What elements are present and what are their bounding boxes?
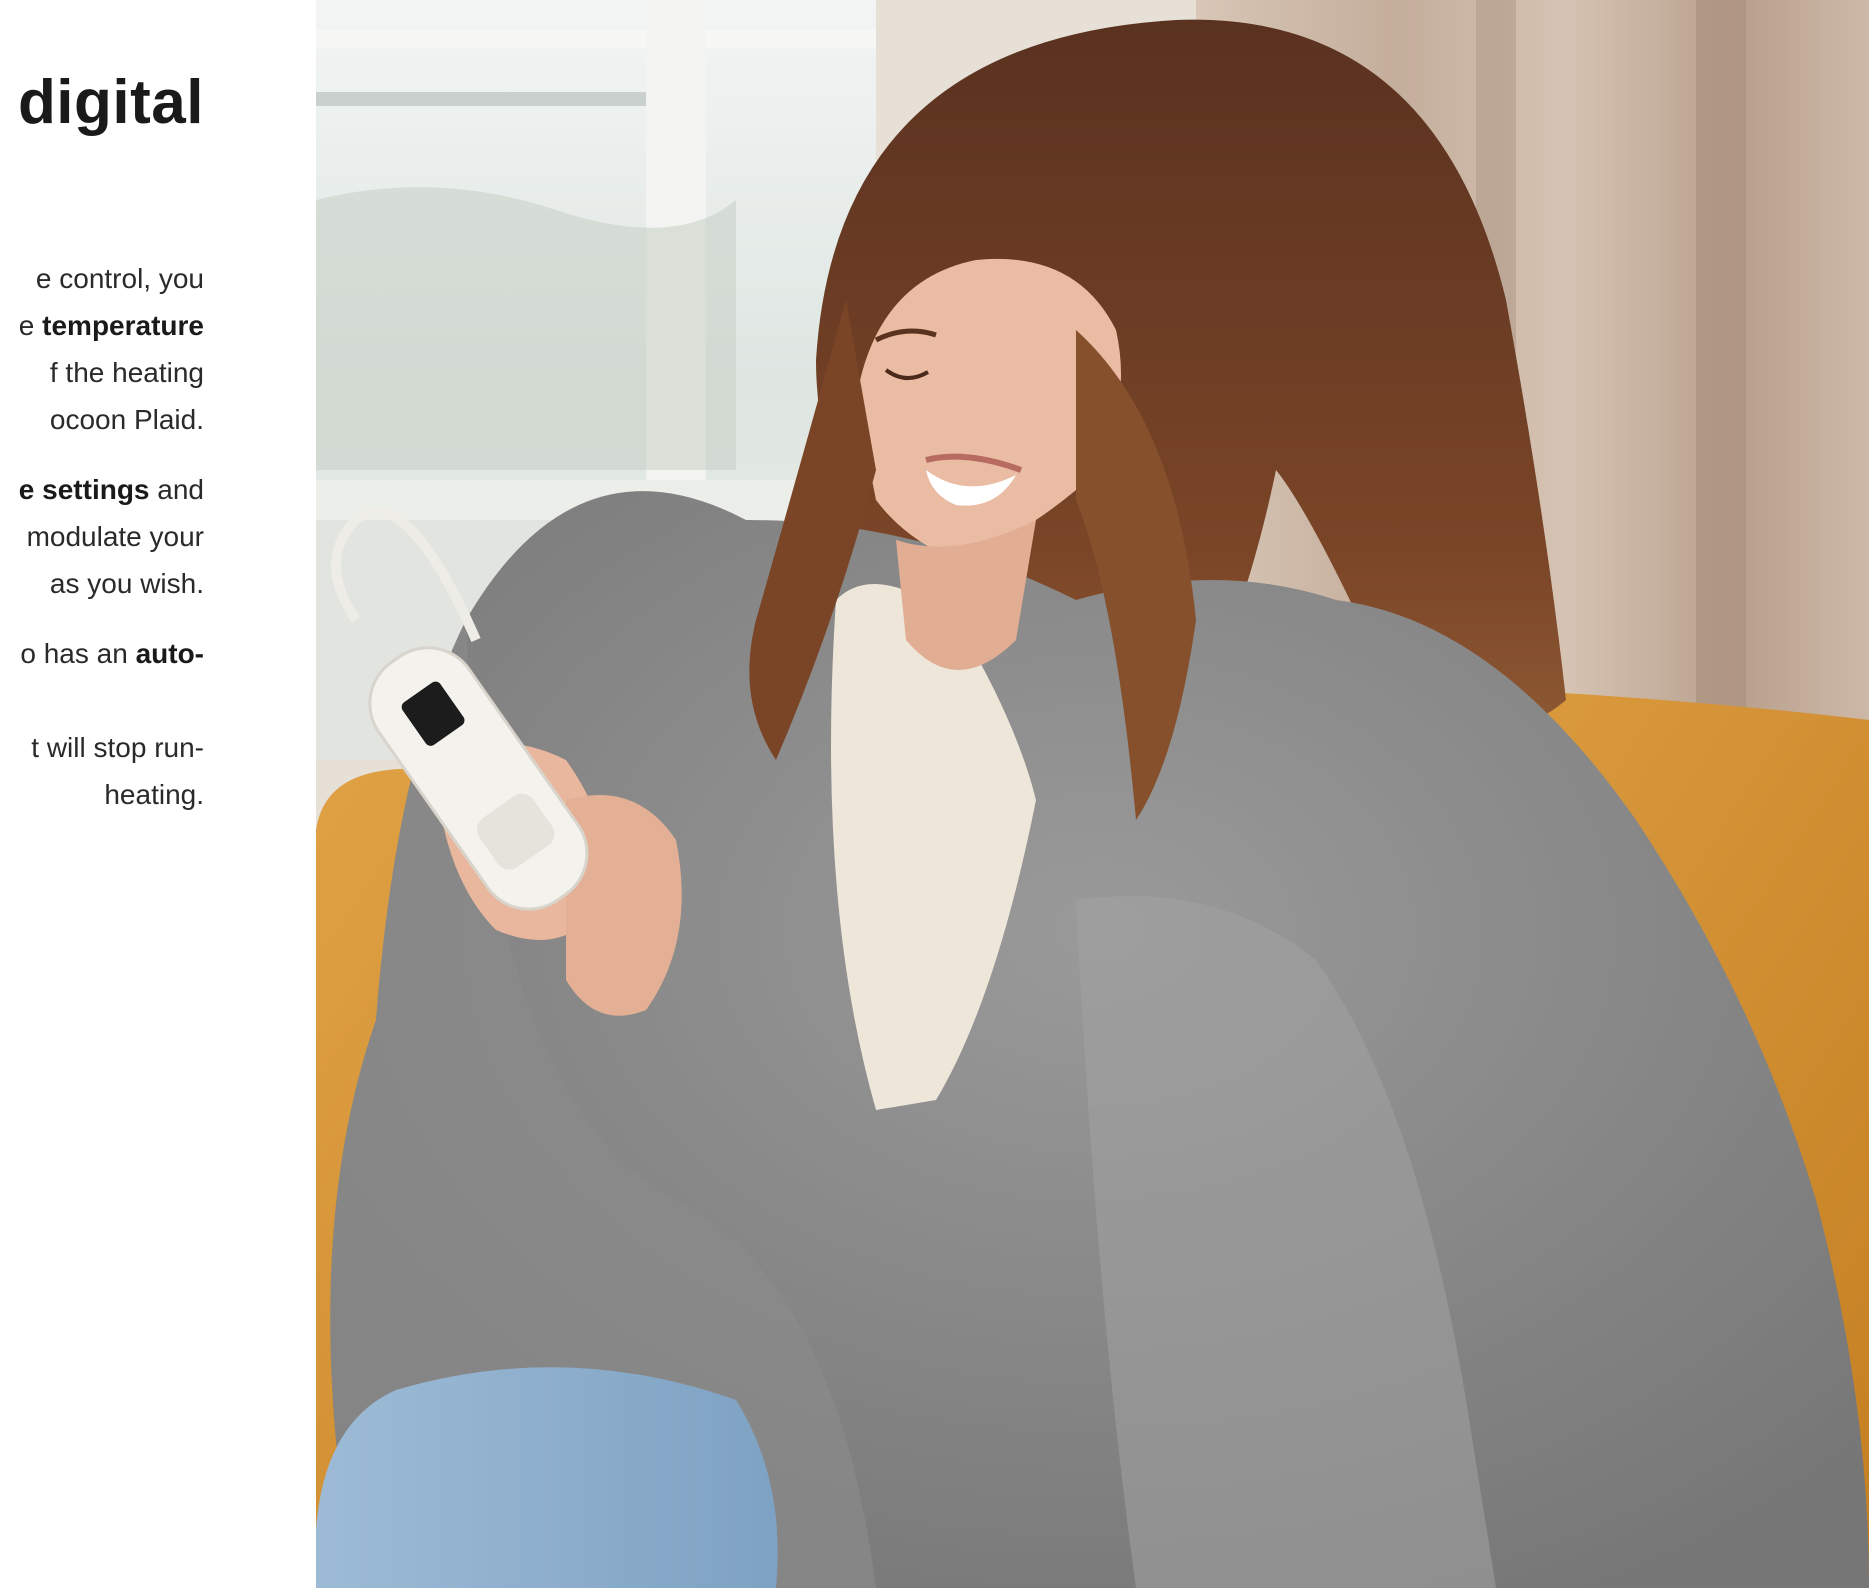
text-line-bold: e settings (18, 474, 150, 506)
text-line-bold: temperature (42, 310, 204, 342)
lifestyle-photo (316, 0, 1869, 1588)
text-line: modulate your (26, 521, 204, 553)
text-line: heating. (104, 779, 204, 811)
product-page: digital e control, you e temperature f t… (0, 0, 1869, 1588)
text-line: f the heating (49, 357, 204, 389)
text-line: e control, you (35, 263, 204, 295)
section-heading: digital (17, 68, 204, 137)
text-line: ocoon Plaid. (49, 404, 204, 436)
paragraph-settings: e settings and modulate your as you wish… (0, 466, 204, 607)
photo-illustration (316, 0, 1869, 1588)
paragraph-stop-heating: t will stop run- heating. (0, 724, 204, 818)
text-line: e (18, 310, 43, 342)
text-content: digital e control, you e temperature f t… (0, 70, 204, 841)
text-line: t will stop run- (31, 732, 204, 764)
window-frame-top (316, 30, 876, 48)
text-line: and (149, 474, 204, 506)
paragraph-remote-control: e control, you e temperature f the heati… (0, 255, 204, 443)
paragraph-auto-off: o has an auto- (0, 630, 204, 677)
text-line-bold: auto- (135, 638, 204, 670)
curtain-fold (1696, 0, 1746, 720)
text-column: digital e control, you e temperature f t… (0, 0, 316, 1588)
landscape (316, 187, 736, 470)
window-frame-bar (316, 92, 646, 106)
jeans (316, 1367, 778, 1588)
text-line: o has an (20, 638, 136, 670)
text-line: as you wish. (49, 568, 204, 600)
